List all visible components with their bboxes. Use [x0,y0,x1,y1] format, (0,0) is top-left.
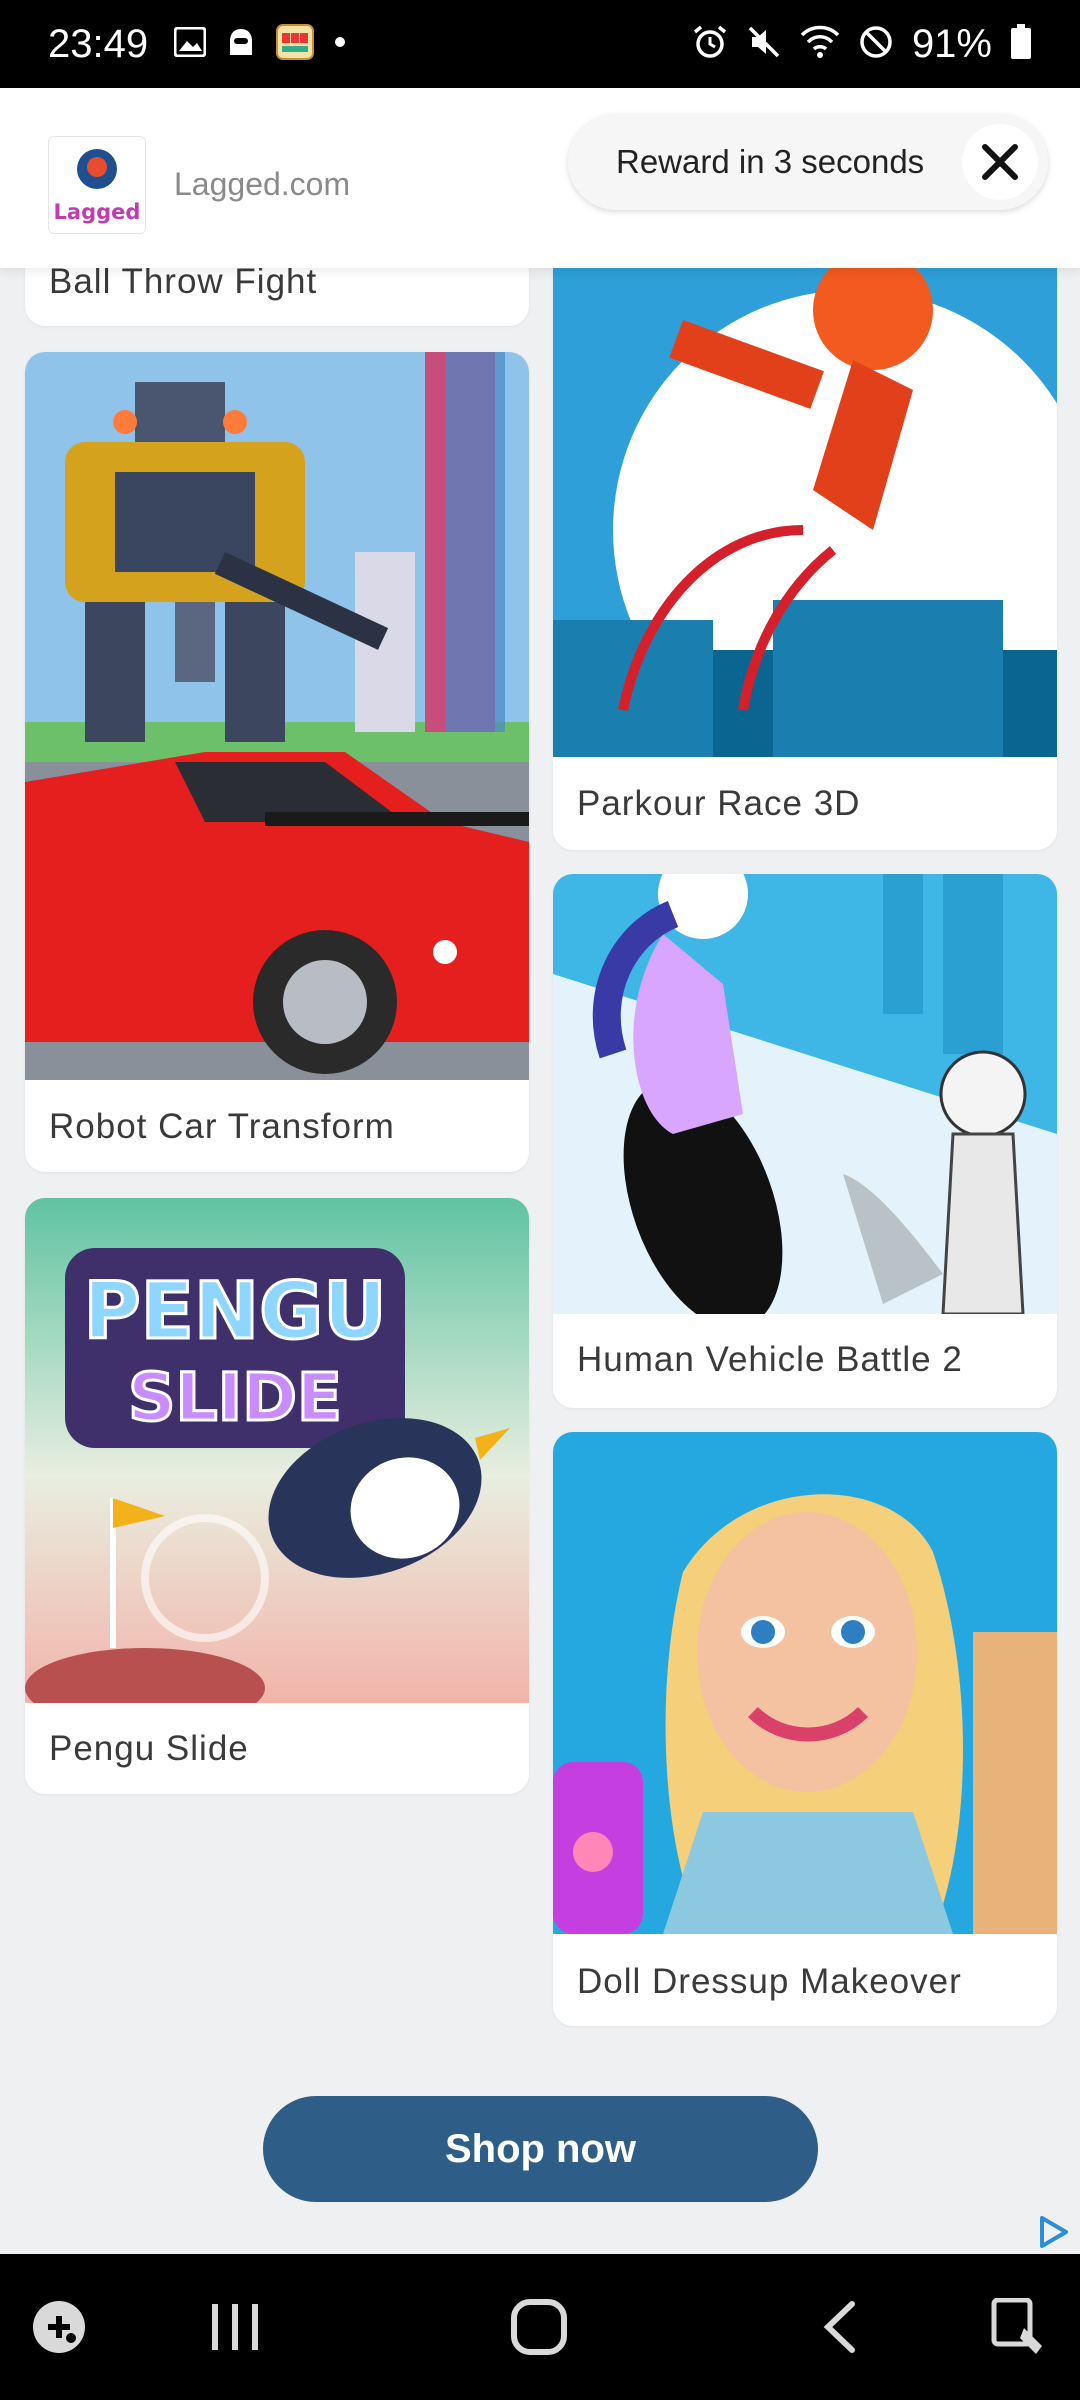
status-bar: 23:49 91% [0,0,1080,88]
recent-apps-icon[interactable] [210,2298,260,2361]
dot-icon [334,35,346,53]
back-icon[interactable] [820,2298,860,2361]
slot-game-icon [276,23,315,65]
close-icon[interactable] [962,124,1038,200]
pengu-logo-line1: PENGU [83,1267,386,1357]
ghost-icon [226,27,256,62]
ad-site-name: Lagged.com [174,166,351,202]
do-not-disturb-icon [858,24,894,65]
game-title: Robot Car Transform [49,1107,395,1146]
pengu-slide-thumbnail: PENGU SLIDE [25,1198,529,1703]
game-title: Pengu Slide [49,1729,249,1768]
game-title: Parkour Race 3D [577,784,861,823]
robot-car-thumbnail [25,352,529,1080]
reward-countdown: Reward in 3 seconds [568,114,1048,210]
game-title: Doll Dressup Makeover [577,1962,962,2001]
game-launcher-icon[interactable] [30,2298,88,2361]
parkour-race-thumbnail [553,230,1057,757]
pengu-logo-line2: SLIDE [128,1359,342,1436]
lagged-logo[interactable]: Lagged [48,136,146,234]
screen-lock-icon[interactable] [990,2297,1050,2363]
game-title: Ball Throw Fight [49,262,318,301]
human-vehicle-thumbnail [553,874,1057,1314]
game-card-parkour-race-3d[interactable]: Parkour Race 3D [553,230,1057,850]
battery-icon [1010,23,1032,65]
reward-text: Reward in 3 seconds [616,143,925,180]
image-icon [173,26,207,62]
game-title: Human Vehicle Battle 2 [577,1340,963,1379]
logo-text: Lagged [54,200,141,224]
adchoices-icon[interactable] [1036,2214,1072,2255]
clock: 23:49 [48,21,149,66]
alarm-icon [692,24,728,65]
mute-icon [746,24,782,65]
wifi-icon [800,25,840,64]
home-icon[interactable] [510,2298,568,2361]
game-card-doll-dressup-makeover[interactable]: Doll Dressup Makeover [553,1432,1057,2026]
game-card-human-vehicle-battle-2[interactable]: Human Vehicle Battle 2 [553,874,1057,1408]
shop-now-button[interactable]: Shop now [263,2096,818,2202]
doll-dressup-thumbnail [553,1432,1057,1934]
battery-percent: 91% [911,21,992,66]
ad-header: Lagged Lagged.com Reward in 3 seconds [0,88,1080,268]
game-card-pengu-slide[interactable]: PENGU SLIDE Pengu Slide [25,1198,529,1794]
game-card-robot-car-transform[interactable]: Robot Car Transform [25,352,529,1172]
navigation-bar [0,2254,1080,2400]
